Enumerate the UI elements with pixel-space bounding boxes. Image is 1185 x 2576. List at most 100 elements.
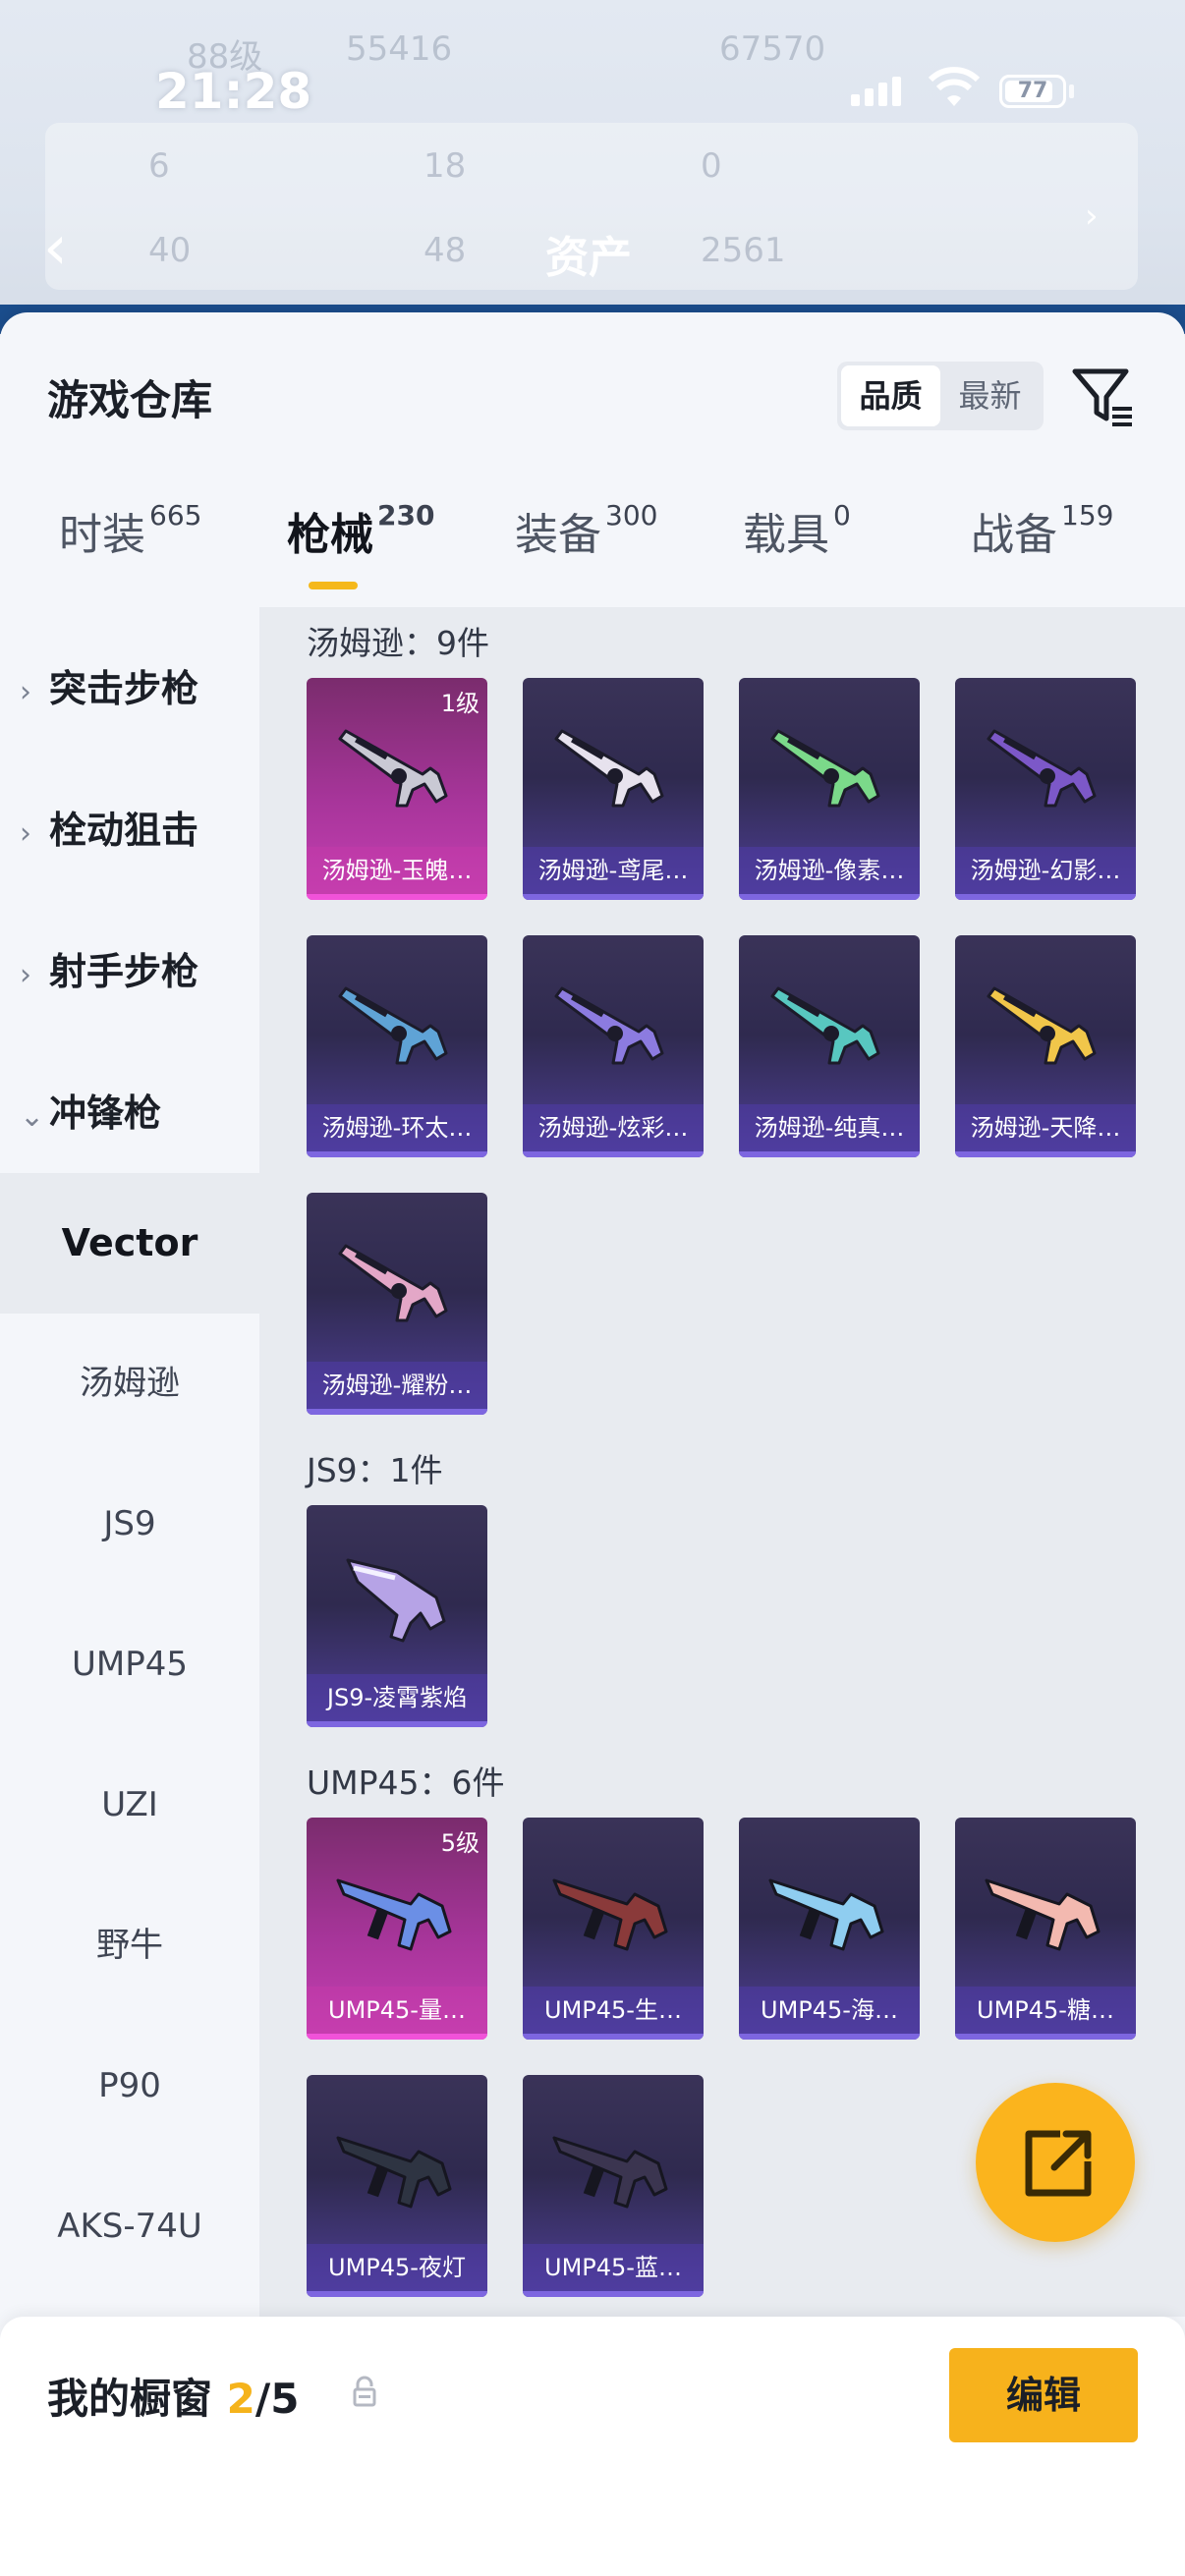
weapon-skin-card[interactable]: 汤姆逊-幻影… bbox=[955, 678, 1136, 900]
rarity-bar bbox=[523, 2291, 704, 2297]
weapon-skin-card[interactable]: UMP45-海… bbox=[739, 1818, 920, 2040]
sidebar-item-vector[interactable]: Vector bbox=[0, 1173, 259, 1314]
chevron-right-icon[interactable]: › bbox=[1085, 196, 1099, 236]
sidebar-item-uzi[interactable]: UZI bbox=[0, 1735, 259, 1876]
status-time: 21:28 bbox=[155, 63, 312, 120]
gun-icon bbox=[987, 986, 1097, 1065]
back-button[interactable]: ‹ bbox=[43, 217, 68, 278]
category-marksman-rifle[interactable]: › 射手步枪 bbox=[20, 941, 198, 995]
skin-name: 汤姆逊-玉魄… bbox=[307, 847, 487, 894]
gun-icon bbox=[554, 986, 664, 1065]
stat-1: 6 bbox=[148, 146, 170, 186]
gun-icon bbox=[768, 1878, 884, 1951]
stat-2: 18 bbox=[423, 146, 467, 186]
sidebar-item-thompson[interactable]: 汤姆逊 bbox=[0, 1314, 259, 1454]
filter-icon[interactable] bbox=[1071, 364, 1136, 428]
sidebar-item-bizon[interactable]: 野牛 bbox=[0, 1876, 259, 2016]
weapon-skin-card[interactable]: 汤姆逊-鸢尾… bbox=[523, 678, 704, 900]
group-header: UMP45：6件 bbox=[307, 1764, 505, 1802]
category-tabs: 时装 665 枪械 230 装备 300 载具 0 战备 159 bbox=[0, 499, 1185, 607]
gun-icon bbox=[338, 986, 448, 1065]
skin-name: UMP45-夜灯 bbox=[307, 2244, 487, 2291]
showcase-label: 我的橱窗 2/5 bbox=[47, 2366, 299, 2426]
skin-name: UMP45-量… bbox=[307, 1987, 487, 2034]
sidebar-item-aks74u[interactable]: AKS-74U bbox=[0, 2156, 259, 2297]
weapon-skin-card[interactable]: 汤姆逊-天降… bbox=[955, 935, 1136, 1157]
rarity-bar bbox=[739, 2034, 920, 2040]
tab-outfit[interactable]: 时装 665 bbox=[59, 499, 201, 562]
weapon-skin-card[interactable]: 汤姆逊-纯真… bbox=[739, 935, 920, 1157]
category-smg[interactable]: ⌄ 冲锋枪 bbox=[20, 1083, 161, 1137]
weapon-skin-card[interactable]: 汤姆逊-像素… bbox=[739, 678, 920, 900]
edit-button[interactable]: 编辑 bbox=[949, 2348, 1138, 2442]
sort-toggle: 品质 最新 bbox=[837, 362, 1044, 430]
rarity-bar bbox=[523, 1151, 704, 1157]
battery-level: 77 bbox=[1017, 79, 1048, 103]
sidebar-item-p90[interactable]: P90 bbox=[0, 2016, 259, 2156]
weapon-skin-card[interactable]: JS9-凌霄紫焰 bbox=[307, 1505, 487, 1727]
rarity-bar bbox=[523, 2034, 704, 2040]
tab-equipment[interactable]: 装备 300 bbox=[515, 499, 657, 562]
rarity-bar bbox=[307, 2034, 487, 2040]
rarity-bar bbox=[955, 1151, 1136, 1157]
weapon-skin-card[interactable]: UMP45-糖… bbox=[955, 1818, 1136, 2040]
tab-vehicles[interactable]: 载具 0 bbox=[743, 499, 851, 562]
sort-quality-button[interactable]: 品质 bbox=[841, 365, 940, 426]
weapon-skin-card[interactable]: 汤姆逊-环太… bbox=[307, 935, 487, 1157]
warehouse-title: 游戏仓库 bbox=[47, 376, 213, 424]
chevron-down-icon: ⌄ bbox=[20, 1099, 45, 1134]
skin-name: 汤姆逊-天降… bbox=[955, 1104, 1136, 1151]
rarity-bar bbox=[739, 1151, 920, 1157]
tab-label: 枪械 bbox=[287, 510, 373, 560]
share-icon bbox=[1025, 2130, 1092, 2197]
weapon-skin-card[interactable]: 汤姆逊-炫彩… bbox=[523, 935, 704, 1157]
rarity-bar bbox=[307, 2291, 487, 2297]
tab-supplies[interactable]: 战备 159 bbox=[971, 499, 1113, 562]
share-button[interactable] bbox=[976, 2083, 1135, 2242]
weapon-grid: 汤姆逊：9件 1级 汤姆逊-玉魄… 汤姆逊-鸢尾… 汤姆逊-像素… 汤姆逊-幻影… 汤姆逊-… bbox=[259, 607, 1185, 2317]
tab-label: 战备 bbox=[971, 510, 1057, 560]
weapon-skin-card[interactable]: UMP45-蓝… bbox=[523, 2075, 704, 2297]
tab-firearms[interactable]: 枪械 230 bbox=[287, 499, 434, 562]
weapon-skin-card[interactable]: 汤姆逊-耀粉… bbox=[307, 1193, 487, 1415]
chevron-right-icon: › bbox=[20, 816, 31, 851]
tab-count: 300 bbox=[605, 499, 658, 532]
gun-icon bbox=[554, 729, 664, 808]
showcase-total: /5 bbox=[254, 2375, 300, 2423]
skin-name: 汤姆逊-耀粉… bbox=[307, 1362, 487, 1409]
sidebar-item-js9[interactable]: JS9 bbox=[0, 1454, 259, 1595]
gun-icon bbox=[346, 1558, 446, 1643]
weapon-skin-card[interactable]: 5级 UMP45-量… bbox=[307, 1818, 487, 2040]
category-bolt-sniper[interactable]: › 栓动狙击 bbox=[20, 800, 198, 854]
weapon-skin-card[interactable]: UMP45-夜灯 bbox=[307, 2075, 487, 2297]
skin-name: UMP45-生… bbox=[523, 1987, 704, 2034]
weapon-type-sidebar: › 突击步枪 › 栓动狙击 › 射手步枪 ⌄ 冲锋枪 Vector 汤姆逊 JS9 UM… bbox=[0, 607, 259, 2317]
category-label: 射手步枪 bbox=[49, 950, 199, 993]
rarity-bar bbox=[955, 894, 1136, 900]
skin-name: 汤姆逊-环太… bbox=[307, 1104, 487, 1151]
skin-name: 汤姆逊-幻影… bbox=[955, 847, 1136, 894]
category-assault-rifle[interactable]: › 突击步枪 bbox=[20, 658, 198, 712]
rarity-bar bbox=[955, 2034, 1136, 2040]
category-label: 栓动狙击 bbox=[49, 809, 199, 852]
stat-5: 48 bbox=[423, 231, 467, 270]
weapon-skin-card[interactable]: 1级 汤姆逊-玉魄… bbox=[307, 678, 487, 900]
gun-icon bbox=[552, 1878, 668, 1951]
rarity-bar bbox=[307, 1721, 487, 1727]
skin-level: 5级 bbox=[440, 1829, 480, 1857]
page-title: 资产 bbox=[545, 233, 632, 283]
stat-4: 40 bbox=[148, 231, 192, 270]
sort-latest-button[interactable]: 最新 bbox=[940, 365, 1040, 426]
status-bar: 21:28 77 bbox=[0, 59, 1185, 120]
skin-name: 汤姆逊-像素… bbox=[739, 847, 920, 894]
weapon-skin-card[interactable]: UMP45-生… bbox=[523, 1818, 704, 2040]
stat-6: 2561 bbox=[701, 231, 786, 270]
signal-icon bbox=[851, 77, 906, 106]
rarity-bar bbox=[307, 894, 487, 900]
chevron-right-icon: › bbox=[20, 675, 31, 709]
group-header: JS9：1件 bbox=[307, 1451, 443, 1489]
gun-icon bbox=[552, 2136, 668, 2209]
sidebar-item-ump45[interactable]: UMP45 bbox=[0, 1595, 259, 1735]
gun-icon bbox=[336, 2136, 452, 2209]
showcase-current: 2 bbox=[226, 2375, 255, 2423]
